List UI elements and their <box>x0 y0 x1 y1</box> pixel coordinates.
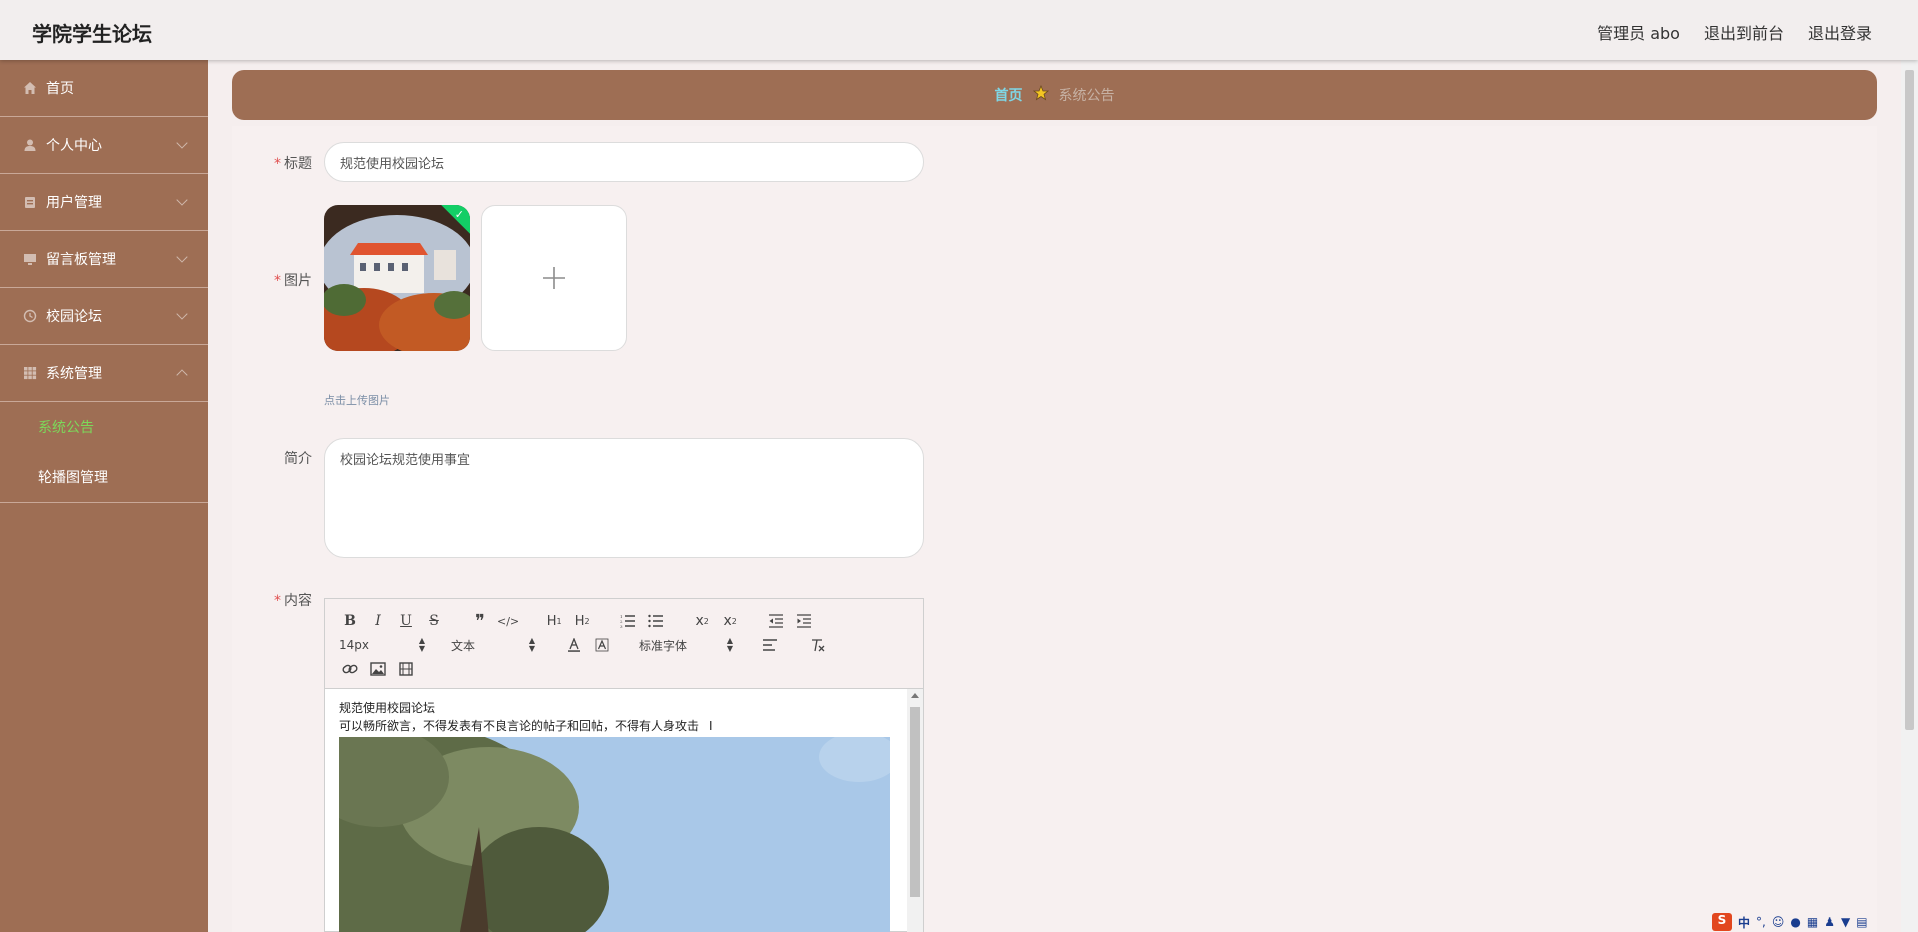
heading2-button[interactable]: H2 <box>571 611 593 631</box>
top-nav: 管理员 abo 退出到前台 退出登录 <box>1597 20 1872 44</box>
underline-button[interactable]: U <box>395 611 417 631</box>
italic-button[interactable]: I <box>367 611 389 631</box>
admin-user-label[interactable]: 管理员 abo <box>1597 20 1680 44</box>
chevron-up-icon <box>176 369 188 381</box>
ordered-list-icon[interactable]: 123 <box>617 611 639 631</box>
chevron-down-icon <box>176 251 188 263</box>
intro-label: 简介 <box>284 451 312 467</box>
sidebar-item-label: 个人中心 <box>46 138 102 154</box>
image-icon[interactable] <box>367 659 389 679</box>
sidebar-item-personal[interactable]: 个人中心 <box>0 117 208 174</box>
microphone-icon[interactable]: ● <box>1790 915 1800 929</box>
keyboard-icon[interactable]: ▦ <box>1807 915 1818 929</box>
sidebar-item-messages[interactable]: 留言板管理 <box>0 231 208 288</box>
menu-icon[interactable]: ▤ <box>1856 915 1867 929</box>
clear-format-icon[interactable] <box>807 635 829 655</box>
intro-textarea[interactable]: 校园论坛规范使用事宜 <box>324 438 924 558</box>
upload-image-button[interactable] <box>481 205 627 351</box>
content-label: * 内容 <box>274 593 312 609</box>
font-color-icon[interactable] <box>563 635 585 655</box>
exit-to-front-link[interactable]: 退出到前台 <box>1704 20 1784 44</box>
text-cursor-icon: I <box>709 719 713 733</box>
svg-text:3: 3 <box>620 624 623 628</box>
content-line-2: 可以畅所欲言，不得发表有不良言论的帖子和回帖，不得有人身攻击 I <box>339 719 713 733</box>
clock-icon <box>22 308 38 324</box>
sidebar-item-label: 校园论坛 <box>46 309 102 325</box>
breadcrumb-home[interactable]: 首页 <box>995 85 1023 105</box>
user-icon[interactable]: ♟ <box>1824 915 1835 929</box>
sidebar-item-announcement[interactable]: 系统公告 <box>0 402 208 452</box>
subscript-button[interactable]: x2 <box>691 611 713 631</box>
video-icon[interactable] <box>395 659 417 679</box>
editor-toolbar: B I U S ❞ </> H1 H2 123 x2 x2 14px ▲ ▼ 文… <box>325 599 923 689</box>
sidebar-item-label: 留言板管理 <box>46 252 116 268</box>
outdent-icon[interactable] <box>765 611 787 631</box>
align-left-icon[interactable] <box>759 635 781 655</box>
star-icon <box>1032 84 1049 105</box>
monitor-icon <box>22 251 38 267</box>
content-image <box>339 737 890 932</box>
bold-button[interactable]: B <box>339 611 361 631</box>
app-title: 学院学生论坛 <box>32 22 152 46</box>
blockquote-button[interactable]: ❞ <box>469 611 491 632</box>
plus-icon <box>543 267 565 289</box>
font-family-select[interactable]: 标准字体 ▲ ▼ <box>639 637 733 654</box>
scroll-up-arrow-icon[interactable] <box>911 693 919 698</box>
editor-scrollbar[interactable] <box>907 689 923 932</box>
page-scroll-thumb[interactable] <box>1905 70 1914 730</box>
breadcrumb-current: 系统公告 <box>1058 88 1115 104</box>
sidebar-item-label: 系统管理 <box>46 366 102 382</box>
editor-content[interactable]: 规范使用校园论坛 可以畅所欲言，不得发表有不良言论的帖子和回帖，不得有人身攻击 I <box>325 689 909 932</box>
top-header: 学院学生论坛 管理员 abo 退出到前台 退出登录 <box>0 0 1918 60</box>
link-icon[interactable] <box>339 659 361 679</box>
punctuation-icon[interactable]: °, <box>1756 915 1766 929</box>
uploaded-image[interactable]: ✓ <box>324 205 470 351</box>
superscript-button[interactable]: x2 <box>719 611 741 631</box>
bullet-list-icon[interactable] <box>645 611 667 631</box>
rich-text-editor: B I U S ❞ </> H1 H2 123 x2 x2 14px ▲ ▼ 文… <box>324 598 924 932</box>
indent-icon[interactable] <box>793 611 815 631</box>
home-icon <box>22 80 38 96</box>
sidebar-item-forum[interactable]: 校园论坛 <box>0 288 208 345</box>
sidebar-submenu: 系统公告 轮播图管理 <box>0 402 208 503</box>
sidebar-item-system[interactable]: 系统管理 <box>0 345 208 402</box>
sidebar: 首页 个人中心 用户管理 留言板管理 校园论坛 系统管理 系统公告 轮播图管理 <box>0 60 208 932</box>
user-icon <box>22 137 38 153</box>
font-size-select[interactable]: 14px ▲ ▼ <box>339 637 425 653</box>
code-block-button[interactable]: </> <box>497 611 519 631</box>
sidebar-item-home[interactable]: 首页 <box>0 60 208 117</box>
editor-scroll-thumb[interactable] <box>910 707 920 897</box>
logout-link[interactable]: 退出登录 <box>1808 20 1872 44</box>
chevron-down-icon <box>176 137 188 149</box>
title-label: * 标题 <box>274 156 312 172</box>
header-format-select[interactable]: 文本 ▲ ▼ <box>451 637 535 654</box>
page-scrollbar[interactable] <box>1901 60 1918 932</box>
sidebar-item-label: 首页 <box>46 81 74 97</box>
chevron-down-icon <box>176 194 188 206</box>
ime-logo-icon[interactable]: S <box>1712 913 1732 931</box>
sidebar-item-label: 用户管理 <box>46 195 102 211</box>
sidebar-item-carousel[interactable]: 轮播图管理 <box>0 452 208 502</box>
background-color-icon[interactable] <box>591 635 613 655</box>
emoji-icon[interactable]: ☺ <box>1772 915 1785 929</box>
strike-button[interactable]: S <box>423 611 445 631</box>
breadcrumb: 首页 系统公告 <box>232 70 1877 120</box>
heading1-button[interactable]: H1 <box>543 611 565 631</box>
image-label: * 图片 <box>274 273 312 289</box>
sidebar-item-users[interactable]: 用户管理 <box>0 174 208 231</box>
skin-icon[interactable]: ▼ <box>1841 915 1850 929</box>
chevron-down-icon <box>176 308 188 320</box>
check-icon: ✓ <box>454 208 464 221</box>
content-line-1: 规范使用校园论坛 <box>339 701 436 715</box>
ime-language[interactable]: 中 <box>1738 914 1750 931</box>
users-icon <box>22 194 38 210</box>
upload-hint: 点击上传图片 <box>324 394 390 407</box>
grid-icon <box>22 365 38 381</box>
title-input[interactable]: 规范使用校园论坛 <box>324 142 924 182</box>
ime-toolbar: S 中 °, ☺ ● ▦ ♟ ▼ ▤ <box>1712 912 1868 932</box>
